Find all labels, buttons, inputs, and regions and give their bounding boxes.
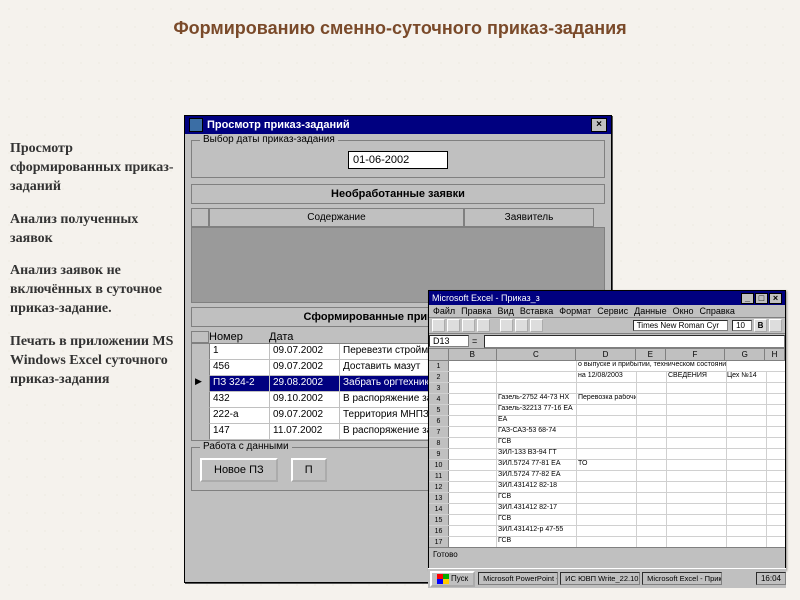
excel-data-row[interactable]: 12ЗИЛ.431412 82-18 — [429, 482, 785, 493]
excel-data-row[interactable]: 4Газель-2752 44-73 НХПеревозка рабочих — [429, 394, 785, 405]
excel-menu[interactable]: Файл Правка Вид Вставка Формат Сервис Данные Ок… — [429, 305, 785, 318]
excel-titlebar[interactable]: Microsoft Excel - Приказ_з _ □ × — [429, 291, 785, 305]
menu-item[interactable]: Файл — [433, 306, 455, 316]
excel-header-row-1: 1 о выпуске и прибытии, техническом сост… — [429, 361, 785, 372]
excel-col-headers[interactable]: BCDEFGH — [429, 349, 785, 361]
system-tray-clock[interactable]: 16:04 — [756, 572, 786, 585]
row-selector-head2 — [191, 331, 209, 343]
excel-formula-bar[interactable]: D13 = — [429, 334, 785, 349]
row-selector-head — [191, 208, 209, 227]
unprocessed-header: Необработанные заявки — [191, 184, 605, 204]
new-pz-button[interactable]: Новое ПЗ — [200, 458, 278, 482]
titlebar[interactable]: Просмотр приказ-заданий × — [185, 116, 611, 134]
p-button[interactable]: П — [291, 458, 327, 482]
excel-grid[interactable]: BCDEFGH 1 о выпуске и прибытии, техничес… — [429, 349, 785, 547]
save-icon[interactable] — [462, 319, 475, 332]
excel-data-row[interactable]: 6ЕА — [429, 416, 785, 427]
taskbar-task-3[interactable]: Microsoft Excel - Прика... — [642, 572, 722, 585]
new-icon[interactable] — [432, 319, 445, 332]
excel-data-row[interactable]: 11ЗИЛ.5724 77-82 ЕА — [429, 471, 785, 482]
date-input[interactable] — [348, 151, 448, 169]
window-title: Просмотр приказ-заданий — [207, 119, 350, 131]
formula-input[interactable] — [484, 335, 785, 348]
excel-data-row[interactable]: 16ЗИЛ.431412-р 47-55 — [429, 526, 785, 537]
menu-item[interactable]: Окно — [673, 306, 694, 316]
excel-close-button[interactable]: × — [769, 293, 782, 304]
bold-icon[interactable]: B — [754, 319, 767, 332]
excel-data-row[interactable]: 7ГАЗ-САЗ-53 68-74 — [429, 427, 785, 438]
note-3: Анализ заявок не включённых в суточное п… — [10, 262, 180, 319]
menu-item[interactable]: Сервис — [597, 306, 628, 316]
taskbar[interactable]: Пуск Microsoft PowerPoint - [A... ИС ЮВП… — [428, 568, 786, 588]
date-groupbox: Выбор даты приказ-задания — [191, 140, 605, 178]
excel-window: Microsoft Excel - Приказ_з _ □ × Файл Пра… — [428, 290, 786, 570]
taskbar-task-1[interactable]: Microsoft PowerPoint - [A... — [478, 572, 558, 585]
note-1: Просмотр сформированных приказ-заданий — [10, 140, 180, 197]
windows-icon — [437, 574, 449, 584]
excel-data-row[interactable]: 15ГСВ — [429, 515, 785, 526]
excel-data-row[interactable]: 13ГСВ — [429, 493, 785, 504]
cut-icon[interactable] — [500, 319, 513, 332]
excel-status-text: Готово — [433, 550, 458, 559]
menu-item[interactable]: Вид — [498, 306, 514, 316]
excel-max-button[interactable]: □ — [755, 293, 768, 304]
excel-data-row[interactable]: 17ГСВ — [429, 537, 785, 547]
side-notes: Просмотр сформированных приказ-заданий А… — [10, 140, 180, 404]
col-number[interactable]: Номер — [209, 331, 269, 343]
excel-data-row[interactable]: 14ЗИЛ.431412 82-17 — [429, 504, 785, 515]
page-title: Формированию сменно-суточного приказ-зад… — [0, 0, 800, 49]
excel-title: Microsoft Excel - Приказ_з — [432, 293, 540, 303]
date-group-label: Выбор даты приказ-задания — [200, 134, 338, 145]
menu-item[interactable]: Справка — [700, 306, 735, 316]
excel-data-row[interactable]: 10ЗИЛ.5724 77-81 ЕАТО — [429, 460, 785, 471]
font-size-selector[interactable]: 10 — [732, 320, 752, 331]
col-date[interactable]: Дата — [269, 331, 339, 343]
note-2: Анализ полученных заявок — [10, 211, 180, 249]
menu-item[interactable]: Правка — [461, 306, 491, 316]
work-group-label: Работа с данными — [200, 441, 292, 452]
taskbar-task-2[interactable]: ИС ЮВП Write_22.10.20... — [560, 572, 640, 585]
font-selector[interactable]: Times New Roman Cyr — [633, 320, 728, 331]
excel-min-button[interactable]: _ — [741, 293, 754, 304]
close-button[interactable]: × — [591, 118, 607, 132]
excel-data-row[interactable]: 9ЗИЛ-133 ВЗ-94 ГТ — [429, 449, 785, 460]
excel-header-row-3: 3 — [429, 383, 785, 394]
excel-header-row-2: 2 на 12/08/2003 СВЕДЕНИЯ Цех №14 — [429, 372, 785, 383]
col-applicant[interactable]: Заявитель — [464, 208, 594, 227]
app-icon — [189, 118, 203, 132]
excel-data-row[interactable]: 8ГСВ — [429, 438, 785, 449]
menu-item[interactable]: Вставка — [520, 306, 553, 316]
excel-toolbar-1[interactable]: Times New Roman Cyr 10 B — [429, 318, 785, 334]
note-4: Печать в приложении MS Windows Excel сут… — [10, 333, 180, 390]
italic-icon[interactable] — [769, 319, 782, 332]
col-content[interactable]: Содержание — [209, 208, 464, 227]
excel-data-row[interactable]: 5Газель-32213 77-16 ЕА — [429, 405, 785, 416]
name-box[interactable]: D13 — [429, 335, 469, 347]
copy-icon[interactable] — [515, 319, 528, 332]
unprocessed-grid-header: Содержание Заявитель — [191, 208, 605, 227]
start-button[interactable]: Пуск — [430, 571, 475, 587]
excel-status-bar: Готово — [429, 547, 785, 561]
menu-item[interactable]: Формат — [559, 306, 591, 316]
menu-item[interactable]: Данные — [634, 306, 667, 316]
paste-icon[interactable] — [530, 319, 543, 332]
open-icon[interactable] — [447, 319, 460, 332]
start-label: Пуск — [451, 574, 468, 583]
print-icon[interactable] — [477, 319, 490, 332]
